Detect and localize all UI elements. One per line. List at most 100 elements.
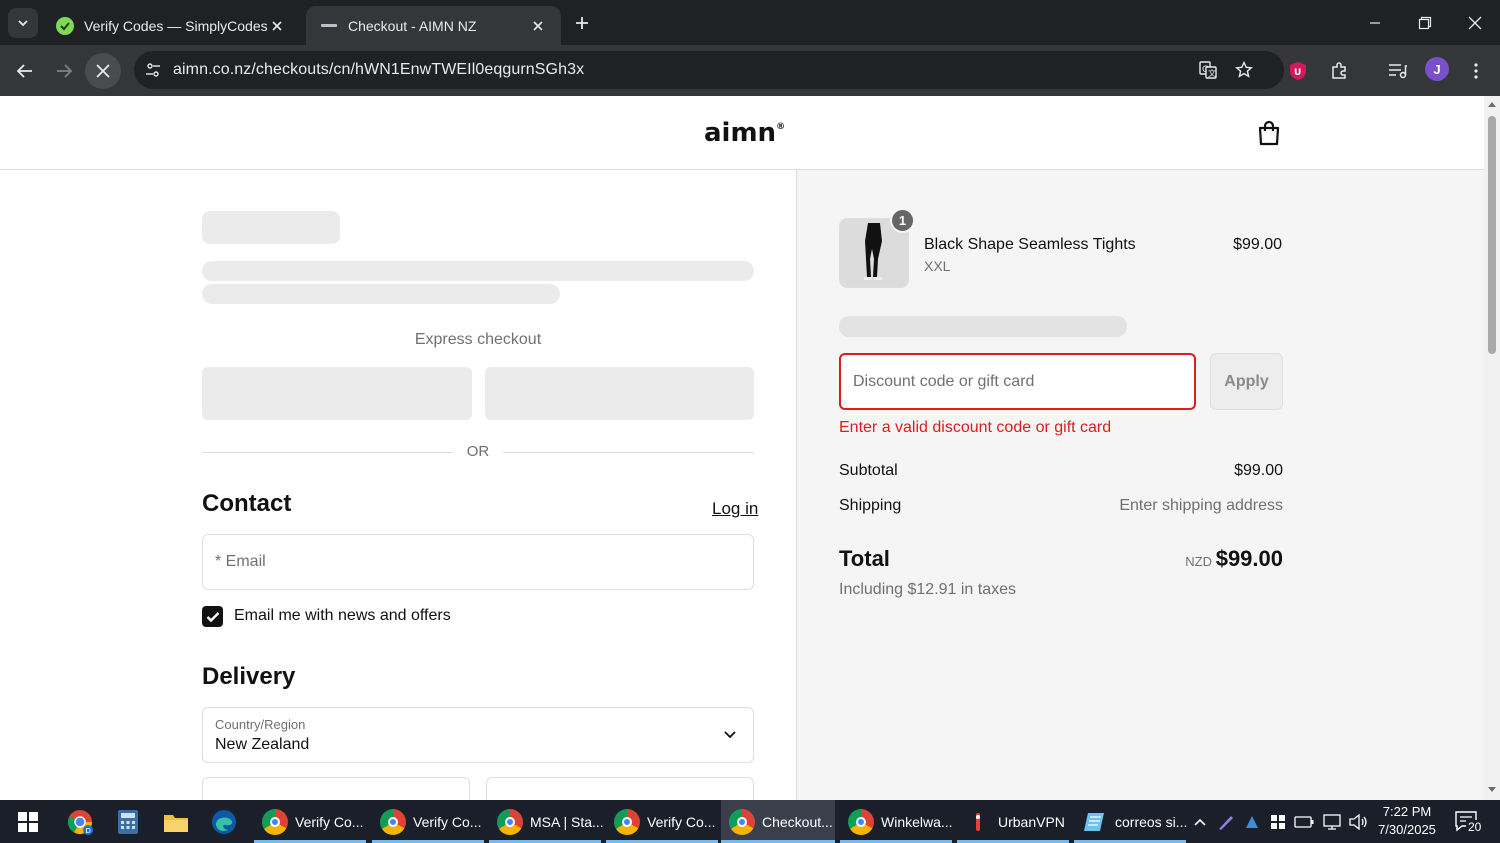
security-tray-icon[interactable] (1266, 800, 1290, 843)
product-price: $99.00 (1233, 236, 1282, 253)
show-hidden-icons-button[interactable] (1188, 800, 1212, 843)
page-scrollbar[interactable] (1484, 96, 1500, 800)
newsletter-label[interactable]: Email me with news and offers (234, 607, 451, 625)
scroll-down-icon[interactable] (1488, 786, 1496, 794)
chrome-taskbar-icon[interactable]: D (60, 800, 100, 843)
minimize-icon (1370, 21, 1380, 24)
star-icon[interactable] (1231, 57, 1257, 83)
checkout-form-column: Express checkout OR Contact Log in * Ema… (0, 170, 797, 800)
quantity-badge: 1 (890, 208, 915, 233)
country-label: Country/Region (215, 717, 306, 732)
forward-button[interactable] (46, 53, 82, 89)
chevron-down-icon (721, 726, 739, 744)
taskbar-item-chrome[interactable]: Verify Co... (606, 800, 718, 843)
tab-title: Checkout - AIMN NZ (348, 17, 477, 34)
taskbar-item-label: Winkelwa... (881, 813, 953, 830)
clock-date: 7/30/2025 (1378, 822, 1436, 837)
network-activity-tray-icon[interactable] (1240, 800, 1264, 843)
pen-tray-icon[interactable] (1214, 800, 1238, 843)
taskbar-item-notepad[interactable]: correos si... (1074, 800, 1188, 843)
first-name-field[interactable] (202, 777, 470, 800)
newsletter-checkbox[interactable] (202, 606, 223, 627)
email-placeholder: * Email (215, 553, 266, 570)
new-tab-button[interactable] (570, 11, 594, 35)
minimize-button[interactable] (1350, 0, 1400, 45)
checkmark-icon (206, 611, 219, 622)
discount-code-input[interactable]: Discount code or gift card (839, 353, 1196, 410)
close-icon (96, 64, 110, 78)
express-payment-button-placeholder[interactable] (202, 367, 472, 420)
chrome-icon (380, 808, 406, 835)
file-explorer-taskbar-icon[interactable] (156, 800, 196, 843)
taskbar-item-chrome[interactable]: Winkelwa... (840, 800, 953, 843)
tab-simplycodes[interactable]: Verify Codes — SimplyCodes (42, 6, 300, 45)
aimn-logo[interactable]: aimn® (704, 118, 785, 148)
profile-avatar[interactable]: J (1425, 57, 1449, 81)
tab-checkout[interactable]: Checkout - AIMN NZ (306, 6, 561, 45)
taskbar-clock[interactable]: 7:22 PM 7/30/2025 (1372, 803, 1442, 839)
registered-mark: ® (776, 122, 786, 132)
chevron-up-icon (1194, 818, 1206, 826)
scrollbar-thumb[interactable] (1488, 116, 1496, 354)
volume-tray-icon[interactable] (1346, 800, 1370, 843)
network-tray-icon[interactable] (1320, 800, 1344, 843)
chevron-down-icon (18, 20, 28, 27)
aimn-icon (320, 17, 338, 35)
edge-taskbar-icon[interactable] (204, 800, 244, 843)
translate-icon[interactable]: G文 (1195, 57, 1221, 83)
taskbar-item-chrome-active[interactable]: Checkout... (721, 800, 835, 843)
login-link[interactable]: Log in (712, 499, 758, 519)
back-button[interactable] (7, 53, 43, 89)
chrome-icon (614, 808, 640, 835)
browser-menu-button[interactable] (1458, 53, 1494, 89)
cart-button[interactable] (1254, 118, 1284, 148)
url-text: aimn.co.nz/checkouts/cn/hWN1EnwTWEIl0eqg… (173, 61, 585, 78)
last-name-field[interactable] (486, 777, 754, 800)
window-close-button[interactable] (1450, 0, 1500, 45)
express-payment-button-placeholder[interactable] (485, 367, 754, 420)
battery-icon (1294, 815, 1314, 828)
taskbar-item-label: UrbanVPN (998, 813, 1065, 830)
calculator-taskbar-icon[interactable] (108, 800, 148, 843)
loading-placeholder (202, 211, 340, 244)
or-divider: OR (202, 442, 754, 462)
notification-center-button[interactable]: 20 (1452, 808, 1488, 836)
loading-placeholder (202, 284, 560, 304)
media-controls-button[interactable] (1380, 53, 1416, 89)
close-icon (1468, 16, 1482, 29)
notification-count: 20 (1466, 820, 1484, 834)
total-value: $99.00 (1215, 546, 1283, 571)
restore-button[interactable] (1400, 0, 1450, 45)
tab-search-button[interactable] (8, 8, 38, 38)
email-field[interactable]: * Email (202, 534, 754, 590)
checkout-page: aimn® Express checkout OR Contact Log in… (0, 96, 1484, 800)
stop-loading-button[interactable] (85, 53, 121, 89)
extensions-button[interactable] (1321, 53, 1357, 89)
arrow-right-icon (57, 64, 73, 78)
start-button[interactable] (10, 800, 46, 843)
taskbar-item-chrome[interactable]: Verify Co... (254, 800, 366, 843)
close-icon[interactable] (268, 17, 286, 35)
taskbar-item-label: correos si... (1115, 813, 1188, 830)
ublock-extension-button[interactable]: U (1280, 53, 1316, 89)
address-bar[interactable]: aimn.co.nz/checkouts/cn/hWN1EnwTWEIl0eqg… (134, 51, 1284, 89)
speaker-icon (1349, 813, 1367, 830)
taskbar-item-label: Verify Co... (295, 813, 364, 830)
taskbar-item-chrome[interactable]: MSA | Sta... (489, 800, 604, 843)
apply-discount-button[interactable]: Apply (1210, 353, 1283, 410)
scroll-up-icon[interactable] (1488, 100, 1496, 108)
country-value: New Zealand (215, 736, 310, 753)
chrome-icon (729, 808, 755, 835)
battery-tray-icon[interactable] (1292, 800, 1316, 843)
order-summary: 1 Black Shape Seamless Tights XXL $99.00… (797, 170, 1484, 800)
product-name: Black Shape Seamless Tights (924, 236, 1136, 253)
site-info-icon[interactable] (140, 57, 166, 83)
close-icon[interactable] (529, 17, 547, 35)
windows-taskbar: D Verify Co... Verify Co... MSA | Sta...… (0, 800, 1500, 843)
taskbar-item-chrome[interactable]: Verify Co... (372, 800, 484, 843)
taskbar-item-urbanvpn[interactable]: UrbanVPN (957, 800, 1069, 843)
discount-error-message: Enter a valid discount code or gift card (839, 419, 1112, 436)
country-select[interactable]: Country/Region New Zealand (202, 707, 754, 763)
more-vertical-icon (1474, 63, 1478, 79)
loading-placeholder (202, 261, 754, 281)
